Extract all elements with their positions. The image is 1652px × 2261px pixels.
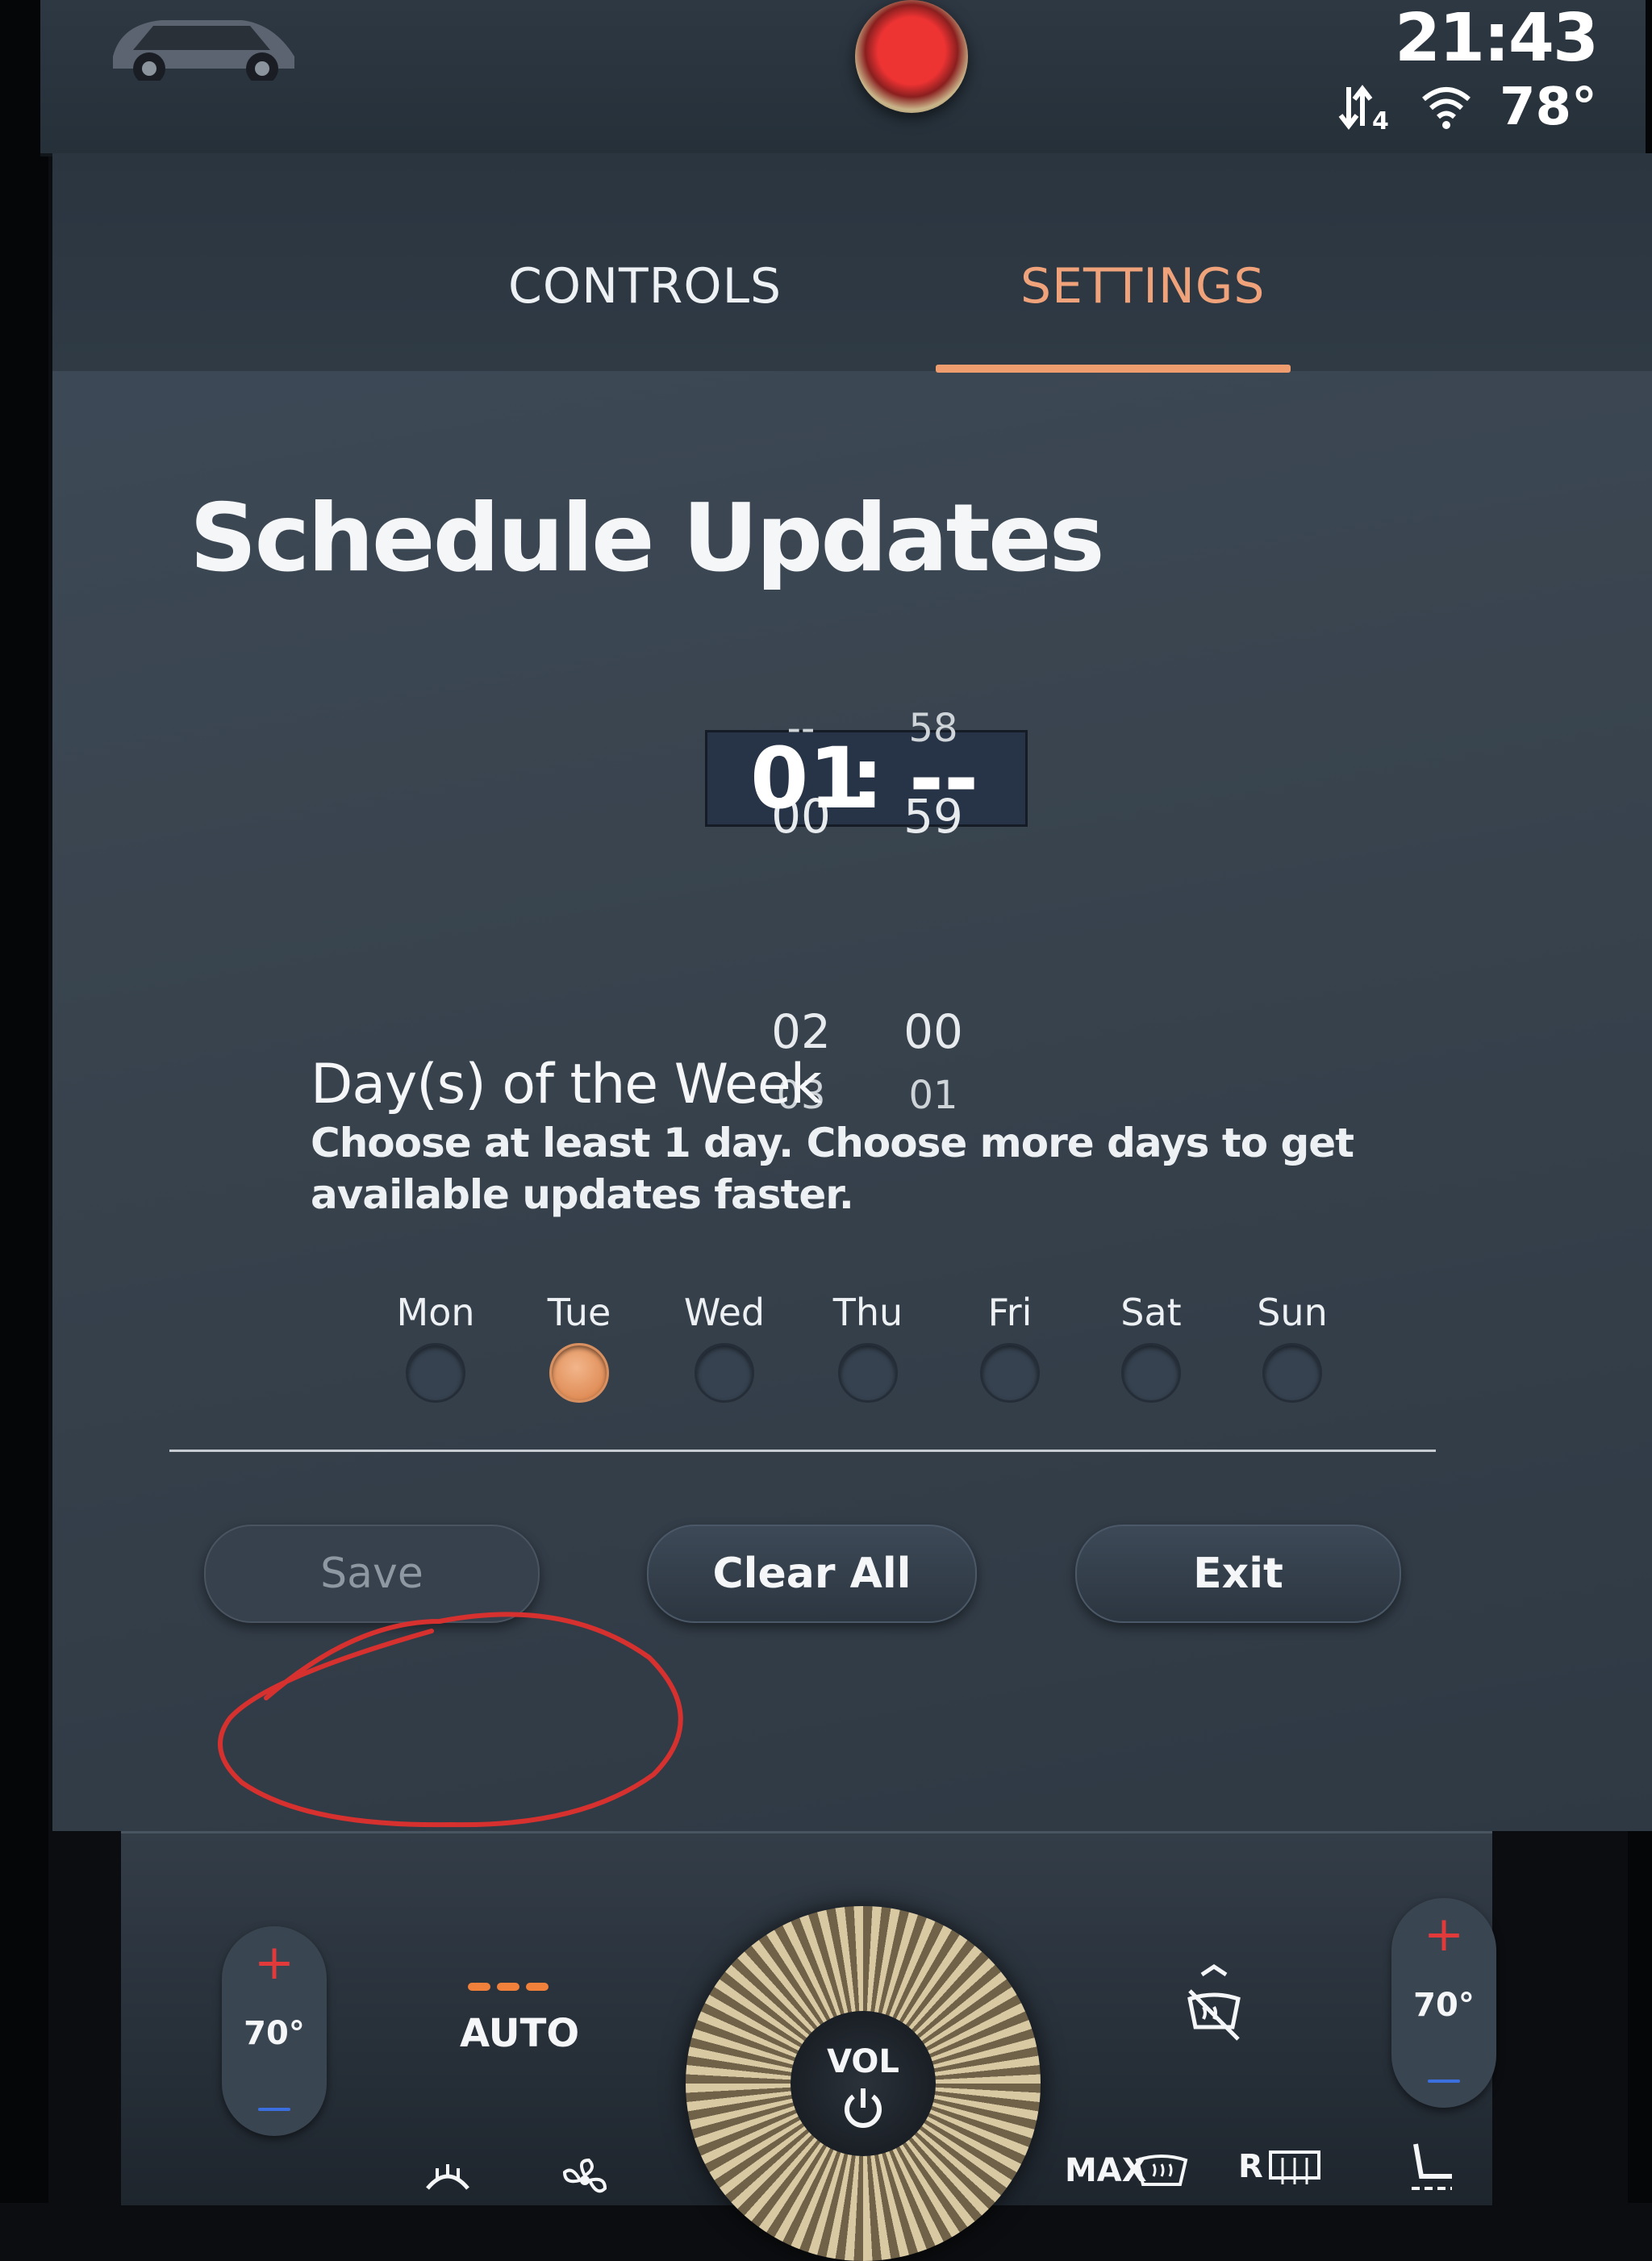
clear-all-button[interactable]: Clear All [647,1525,977,1623]
passenger-temp-down-button[interactable] [1428,2080,1460,2083]
power-icon [845,2088,882,2128]
minute-option[interactable]: 00 [885,1004,982,1059]
driver-temp-value: 70° [244,2015,305,2052]
svg-text:4: 4 [1372,107,1389,136]
day-label-sun: Sun [1257,1291,1328,1334]
driver-profile-avatar[interactable] [855,0,968,113]
outside-temperature: 78° [1499,77,1597,137]
time-separator: : [850,729,884,828]
minute-option[interactable]: 58 [885,706,982,751]
fan-icon[interactable] [557,2156,613,2205]
day-toggle-wed[interactable] [695,1343,754,1403]
day-label-thu: Thu [832,1291,903,1334]
day-toggle-thu[interactable] [838,1343,898,1403]
tab-settings[interactable]: SETTINGS [1020,258,1265,315]
driver-temp-up-button[interactable]: + [222,1934,327,1991]
heated-steering-icon[interactable] [419,2156,476,2205]
day-label-tue: Tue [547,1291,611,1334]
seat-heat-icon[interactable] [1404,2140,1460,2196]
rear-defrost-button[interactable]: R [1238,2148,1263,2185]
day-toggle-tue[interactable] [549,1343,609,1403]
day-toggle-fri[interactable] [980,1343,1040,1403]
hour-option[interactable]: 02 [753,1004,849,1059]
front-defrost-icon[interactable] [1178,1963,1250,2059]
climate-control-bar: + 70° AUTO VOL + 70° MAX R [121,1831,1496,2261]
screen-bezel-left [0,0,48,2203]
day-label-sat: Sat [1120,1291,1182,1334]
day-label-mon: Mon [396,1291,475,1334]
active-tab-indicator [936,365,1291,373]
status-icons: 4 78° [1337,77,1597,137]
passenger-temp-value: 70° [1413,1987,1475,2024]
wifi-icon [1421,87,1471,129]
max-defrost-icon [1135,2155,1188,2186]
exit-button[interactable]: Exit [1075,1525,1401,1623]
page-title: Schedule Updates [190,484,1105,593]
day-toggle-mon[interactable] [406,1343,465,1403]
save-button[interactable]: Save [204,1525,540,1623]
section-divider [169,1450,1436,1452]
driver-temp-down-button[interactable] [258,2108,290,2111]
day-label-fri: Fri [987,1291,1032,1334]
auto-indicator-icon [468,1983,549,1991]
auto-climate-button[interactable]: AUTO [460,2011,579,2056]
selected-hour[interactable]: 01 [750,730,867,827]
tab-controls[interactable]: CONTROLS [508,258,782,315]
days-section-title: Day(s) of the Week [311,1053,822,1116]
volume-label: VOL [827,2043,899,2080]
days-section-subtitle: Choose at least 1 day. Choose more days … [311,1120,1354,1218]
data-transfer-icon: 4 [1338,85,1389,136]
day-toggle-sat[interactable] [1121,1343,1181,1403]
tab-bar: CONTROLS SETTINGS [52,153,1652,373]
passenger-temp-up-button[interactable]: + [1391,1906,1496,1963]
volume-knob-center[interactable]: VOL [791,2011,936,2156]
day-label-wed: Wed [683,1291,766,1334]
minute-option[interactable]: 59 [885,789,982,844]
status-bar: 21:43 4 78° [40,0,1646,156]
day-toggle-sun[interactable] [1262,1343,1322,1403]
driver-temp-control[interactable]: + 70° [222,1926,327,2136]
vehicle-icon[interactable] [97,0,307,81]
clock: 21:43 [1394,0,1599,77]
minute-option[interactable]: 01 [885,1073,982,1118]
rear-defrost-icon [1269,2150,1320,2184]
passenger-temp-control[interactable]: + 70° [1391,1898,1496,2108]
volume-knob[interactable]: VOL [686,1906,1041,2261]
